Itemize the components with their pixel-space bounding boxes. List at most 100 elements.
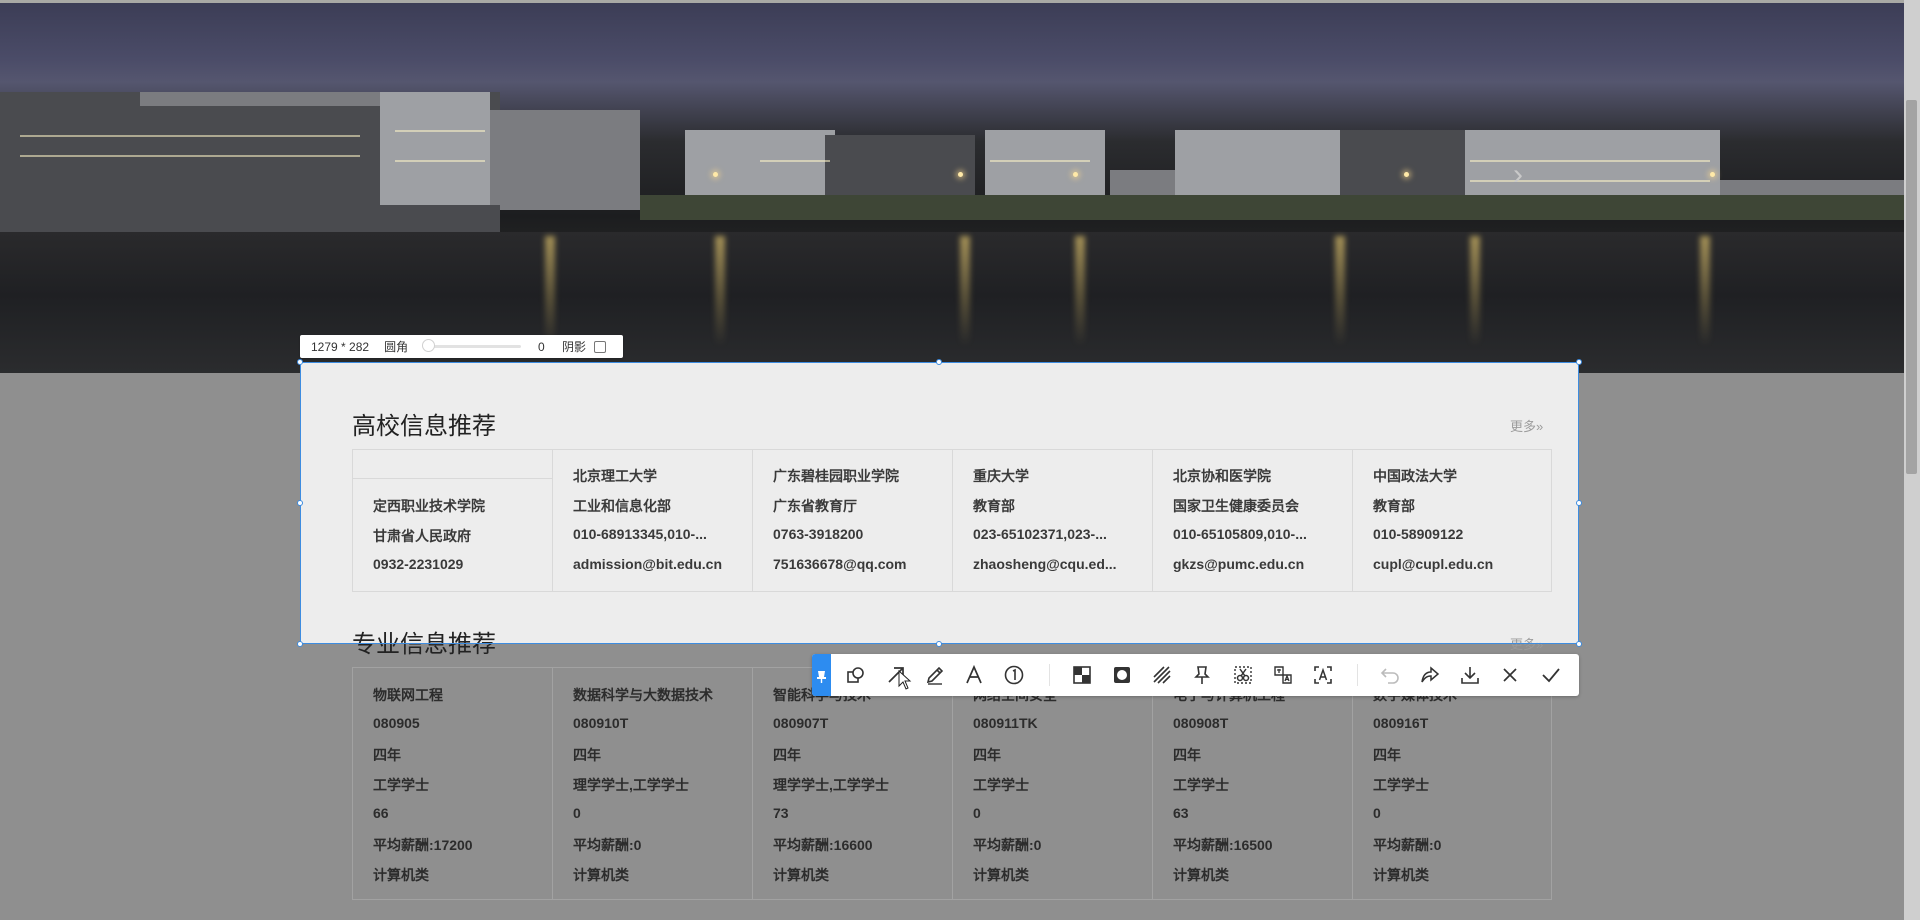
shadow-checkbox[interactable]	[594, 341, 606, 353]
major-years: 四年	[973, 747, 1001, 763]
major-salary: 平均薪酬:0	[973, 837, 1042, 853]
college-name: 北京协和医学院	[1173, 468, 1271, 484]
arrow-tool-icon[interactable]	[884, 663, 908, 687]
light-reflection	[1700, 236, 1710, 346]
college-dept: 广东省教育厅	[773, 498, 857, 514]
major-years: 四年	[1373, 747, 1401, 763]
major-num: 73	[773, 805, 789, 821]
pin-flag-button[interactable]	[812, 654, 831, 696]
page-scrollbar-thumb[interactable]	[1906, 100, 1917, 474]
college-phone: 010-58909122	[1373, 526, 1464, 542]
toolbar-separator	[1049, 664, 1050, 686]
confirm-check-icon[interactable]	[1539, 663, 1563, 687]
college-card[interactable]: 定西职业技术学院 甘肃省人民政府 0932-2231029	[353, 450, 553, 591]
college-card[interactable]: 重庆大学 教育部 023-65102371,023-... zhaosheng@…	[953, 450, 1153, 591]
shadow-label: 阴影	[562, 340, 587, 354]
top-edge	[0, 0, 1904, 3]
capture-size: 1279 * 282	[311, 339, 370, 354]
radius-label: 圆角	[384, 340, 409, 354]
college-card[interactable]: 广东碧桂园职业学院 广东省教育厅 0763-3918200 751636678@…	[753, 450, 953, 591]
college-phone: 0763-3918200	[773, 526, 864, 542]
college-card[interactable]: 中国政法大学 教育部 010-58909122 cupl@cupl.edu.cn	[1353, 450, 1551, 591]
major-card[interactable]: 数据科学与大数据技术 080910T 四年 理学学士,工学学士 0 平均薪酬:0…	[553, 668, 753, 899]
carousel-next-arrow[interactable]: ›	[1513, 160, 1523, 190]
download-icon[interactable]	[1458, 663, 1482, 687]
resize-handle-se[interactable]	[1576, 641, 1582, 647]
major-name: 物联网工程	[373, 687, 443, 703]
college-phone: 023-65102371,023-...	[973, 526, 1107, 542]
college-email: gkzs@pumc.edu.cn	[1173, 556, 1305, 572]
colleges-title: 高校信息推荐	[352, 413, 496, 440]
resize-handle-ne[interactable]	[1576, 359, 1582, 365]
toolbar-separator	[1357, 664, 1358, 686]
light-reflection	[715, 236, 725, 346]
building-block	[490, 110, 640, 210]
resize-handle-s[interactable]	[936, 641, 942, 647]
major-card[interactable]: 物联网工程 080905 四年 工学学士 66 平均薪酬:17200 计算机类	[353, 668, 553, 899]
college-email: 751636678@qq.com	[773, 556, 907, 572]
window-row	[990, 160, 1090, 162]
resize-handle-w[interactable]	[297, 500, 303, 506]
major-card[interactable]: 电子与计算机工程 080908T 四年 工学学士 63 平均薪酬:16500 计…	[1153, 668, 1353, 899]
major-code: 080908T	[1173, 715, 1229, 731]
window-row	[760, 160, 830, 162]
window-row	[20, 155, 360, 157]
number-tool-icon[interactable]	[1002, 663, 1026, 687]
mosaic-tool-icon[interactable]	[1070, 663, 1094, 687]
shape-tool-icon[interactable]	[844, 663, 868, 687]
majors-grid: 物联网工程 080905 四年 工学学士 66 平均薪酬:17200 计算机类 …	[352, 667, 1552, 900]
colleges-grid: 定西职业技术学院 甘肃省人民政府 0932-2231029 北京理工大学 工业和…	[352, 449, 1552, 592]
colleges-more-link[interactable]: 更多»	[1510, 416, 1543, 435]
translate-tool-icon[interactable]	[1271, 663, 1295, 687]
text-tool-icon[interactable]	[962, 663, 986, 687]
light-reflection	[1075, 236, 1085, 346]
window-row	[395, 160, 485, 162]
redo-icon[interactable]	[1418, 663, 1442, 687]
window-row	[1470, 180, 1710, 182]
close-icon[interactable]	[1498, 663, 1522, 687]
resize-handle-nw[interactable]	[297, 359, 303, 365]
ocr-tool-icon[interactable]	[1311, 663, 1335, 687]
major-years: 四年	[573, 747, 601, 763]
college-name: 重庆大学	[973, 468, 1029, 484]
majors-title-peek: 专业信息推荐	[352, 624, 496, 644]
light-reflection	[545, 236, 555, 346]
major-category: 计算机类	[573, 867, 629, 883]
college-card[interactable]: 北京理工大学 工业和信息化部 010-68913345,010-... admi…	[553, 450, 753, 591]
capture-selection[interactable]: 高校信息推荐 更多» 定西职业技术学院 甘肃省人民政府 0932-2231029…	[300, 362, 1579, 644]
resize-handle-e[interactable]	[1576, 500, 1582, 506]
pin-tool-icon[interactable]	[1190, 663, 1214, 687]
resize-handle-sw[interactable]	[297, 641, 303, 647]
light-reflection	[960, 236, 970, 346]
college-email: admission@bit.edu.cn	[573, 556, 723, 572]
major-card[interactable]: 数字媒体技术 080916T 四年 工学学士 0 平均薪酬:0 计算机类	[1353, 668, 1551, 899]
college-email: cupl@cupl.edu.cn	[1373, 556, 1494, 572]
major-degree: 工学学士	[973, 777, 1029, 793]
cut-tool-icon[interactable]	[1231, 663, 1255, 687]
major-years: 四年	[373, 747, 401, 763]
major-num: 0	[973, 805, 981, 821]
majors-more-peek: 更多»	[1510, 634, 1543, 644]
major-category: 计算机类	[373, 867, 429, 883]
radius-value: 0	[538, 339, 545, 354]
major-card[interactable]: 智能科学与技术 080907T 四年 理学学士,工学学士 73 平均薪酬:166…	[753, 668, 953, 899]
undo-icon[interactable]	[1378, 663, 1402, 687]
college-dept: 国家卫生健康委员会	[1173, 498, 1299, 514]
building-roof	[140, 92, 380, 106]
resize-handle-n[interactable]	[936, 359, 942, 365]
major-degree: 工学学士	[373, 777, 429, 793]
college-name: 中国政法大学	[1373, 468, 1457, 484]
hatch-tool-icon[interactable]	[1150, 663, 1174, 687]
major-salary: 平均薪酬:0	[1373, 837, 1442, 853]
street-lamp	[1404, 172, 1409, 177]
major-code: 080907T	[773, 715, 829, 731]
radius-slider-track[interactable]	[428, 345, 521, 348]
college-card[interactable]: 北京协和医学院 国家卫生健康委员会 010-65105809,010-... g…	[1153, 450, 1353, 591]
pen-tool-icon[interactable]	[923, 663, 947, 687]
radius-slider-knob[interactable]	[422, 339, 435, 352]
college-dept: 教育部	[1373, 498, 1415, 514]
college-email: zhaosheng@cqu.ed...	[973, 556, 1117, 572]
major-degree: 工学学士	[1173, 777, 1229, 793]
major-card[interactable]: 网络空间安全 080911TK 四年 工学学士 0 平均薪酬:0 计算机类	[953, 668, 1153, 899]
blur-tool-icon[interactable]	[1110, 663, 1134, 687]
